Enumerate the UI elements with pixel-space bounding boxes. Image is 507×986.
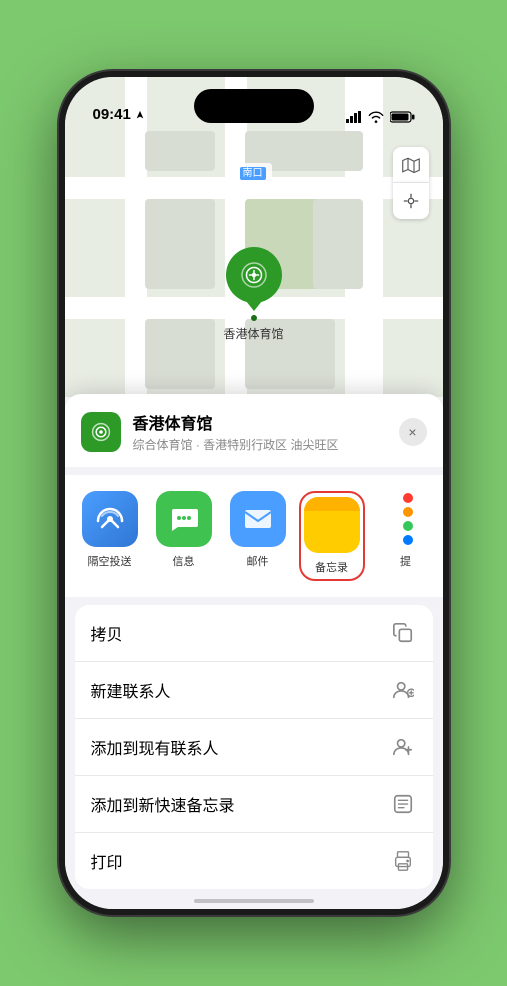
- south-entrance-label: 南口: [236, 163, 272, 180]
- close-button[interactable]: ×: [399, 418, 427, 446]
- action-text-new-contact: 新建联系人: [91, 678, 171, 702]
- mail-icon: [230, 491, 286, 547]
- share-item-airdrop[interactable]: 隔空投送: [77, 491, 143, 581]
- action-item-add-existing[interactable]: 添加到现有联系人: [75, 719, 433, 776]
- pin-circle: [225, 247, 281, 303]
- location-header: 香港体育馆 综合体育馆 · 香港特别行政区 油尖旺区 ×: [65, 394, 443, 467]
- notes-label: 备忘录: [315, 559, 348, 575]
- location-name: 香港体育馆: [133, 410, 387, 434]
- signal-icon: [346, 111, 362, 123]
- action-item-new-contact[interactable]: 新建联系人: [75, 662, 433, 719]
- phone-frame: 09:41: [59, 71, 449, 915]
- phone-screen: 09:41: [65, 77, 443, 909]
- notes-icon: [304, 497, 360, 553]
- map-block7: [313, 131, 363, 171]
- message-icon: [156, 491, 212, 547]
- action-item-print[interactable]: 打印: [75, 833, 433, 889]
- pin-label: 香港体育馆: [223, 325, 283, 342]
- share-item-notes[interactable]: 备忘录: [299, 491, 365, 581]
- action-item-quick-note[interactable]: 添加到新快速备忘录: [75, 776, 433, 833]
- map-block3: [145, 199, 215, 289]
- person-add-icon: [389, 733, 417, 761]
- share-item-message[interactable]: 信息: [151, 491, 217, 581]
- share-item-mail[interactable]: 邮件: [225, 491, 291, 581]
- location-icon: [81, 412, 121, 452]
- status-icons: [346, 111, 415, 123]
- airdrop-icon: [82, 491, 138, 547]
- action-list: 拷贝 新建联系人: [75, 605, 433, 889]
- message-label: 信息: [173, 553, 195, 569]
- action-text-quick-note: 添加到新快速备忘录: [91, 792, 235, 816]
- airdrop-label: 隔空投送: [88, 553, 132, 569]
- home-indicator: [194, 899, 314, 903]
- more-label: 提: [400, 553, 411, 569]
- action-item-copy[interactable]: 拷贝: [75, 605, 433, 662]
- bottom-sheet: 香港体育馆 综合体育馆 · 香港特别行政区 油尖旺区 ×: [65, 394, 443, 909]
- action-text-add-existing: 添加到现有联系人: [91, 735, 219, 759]
- share-item-more[interactable]: 提: [373, 491, 439, 581]
- more-dots-icon: [403, 493, 413, 545]
- location-info: 香港体育馆 综合体育馆 · 香港特别行政区 油尖旺区: [133, 410, 387, 453]
- status-time: 09:41: [93, 106, 131, 123]
- mail-label: 邮件: [247, 553, 269, 569]
- note-icon: [389, 790, 417, 818]
- action-text-copy: 拷贝: [91, 621, 123, 645]
- map-controls: [393, 147, 429, 219]
- map-block8: [313, 199, 363, 289]
- map-type-button[interactable]: [393, 147, 429, 183]
- pin-dot: [250, 315, 256, 321]
- location-arrow-icon: [135, 110, 145, 120]
- person-plus-icon: [389, 676, 417, 704]
- battery-icon: [390, 111, 415, 123]
- map-road-h1: [65, 177, 443, 199]
- dynamic-island: [194, 89, 314, 123]
- action-text-print: 打印: [91, 849, 123, 873]
- location-button[interactable]: [393, 183, 429, 219]
- copy-icon: [389, 619, 417, 647]
- wifi-icon: [368, 111, 384, 123]
- print-icon: [389, 847, 417, 875]
- location-subtitle: 综合体育馆 · 香港特别行政区 油尖旺区: [133, 436, 387, 453]
- map-block5: [145, 319, 215, 389]
- share-row: 隔空投送 信息: [65, 475, 443, 597]
- map-pin: 香港体育馆: [223, 247, 283, 342]
- map-block1: [145, 131, 215, 171]
